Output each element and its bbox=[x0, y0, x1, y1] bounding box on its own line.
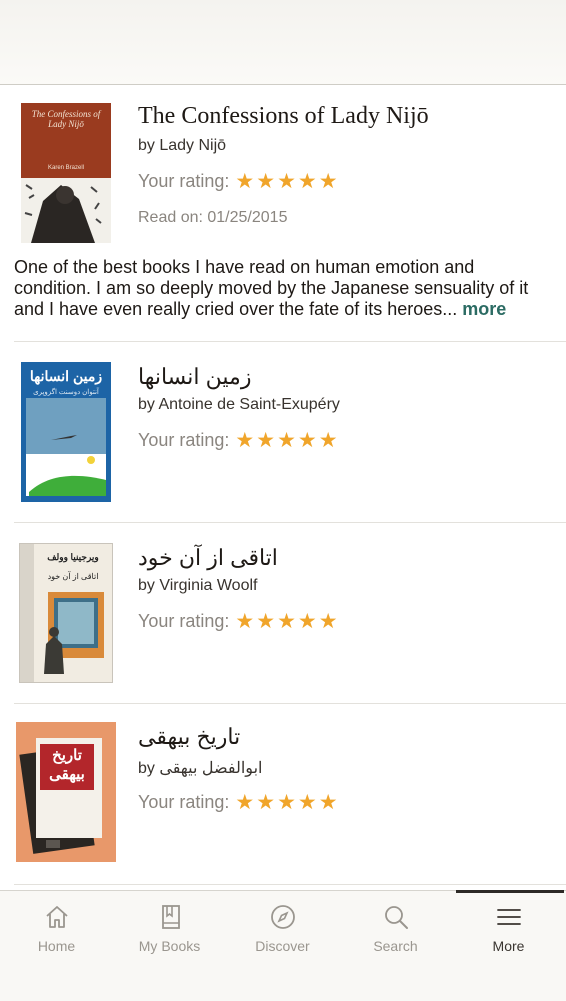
cover-subtitle: اتاقی از آن خود bbox=[47, 572, 99, 581]
book-title[interactable]: تاریخ بیهقی bbox=[138, 724, 240, 750]
divider bbox=[14, 884, 566, 885]
book-list-item[interactable]: The Confessions of Lady Nijō Karen Braze… bbox=[0, 85, 566, 341]
star-icon[interactable]: ★ bbox=[235, 430, 254, 451]
user-rating[interactable]: Your rating: ★ ★ ★ ★ ★ bbox=[138, 430, 338, 451]
star-icon[interactable]: ★ bbox=[256, 611, 275, 632]
tab-home[interactable]: Home bbox=[0, 891, 113, 981]
author-prefix: by bbox=[138, 760, 155, 777]
home-icon bbox=[45, 906, 68, 928]
book-cover[interactable]: ویرجینیا وولف اتاقی از آن خود bbox=[19, 543, 113, 683]
book-list-item[interactable]: زمین انسانها آنتوان دوسنت اگزوپری زمین ا… bbox=[0, 342, 566, 522]
star-icon[interactable]: ★ bbox=[277, 430, 296, 451]
cover-artwork bbox=[19, 738, 102, 854]
cover-title: زمین انسانها bbox=[29, 368, 103, 384]
star-icon[interactable]: ★ bbox=[298, 792, 317, 813]
user-rating[interactable]: Your rating: ★ ★ ★ ★ ★ bbox=[138, 611, 338, 632]
star-icon[interactable]: ★ bbox=[319, 171, 338, 192]
book-title[interactable]: زمین انسانها bbox=[138, 364, 251, 390]
star-icon[interactable]: ★ bbox=[277, 171, 296, 192]
book-cover[interactable]: تاریخ بیهقی bbox=[16, 722, 116, 862]
rating-stars[interactable]: ★ ★ ★ ★ ★ bbox=[235, 611, 338, 632]
star-icon[interactable]: ★ bbox=[256, 430, 275, 451]
book-icon bbox=[161, 905, 180, 929]
star-icon[interactable]: ★ bbox=[319, 792, 338, 813]
star-icon[interactable]: ★ bbox=[319, 430, 338, 451]
cover-title: تاریخ بیهقی bbox=[49, 747, 85, 783]
star-icon[interactable]: ★ bbox=[298, 611, 317, 632]
tab-label: My Books bbox=[138, 938, 201, 954]
book-title[interactable]: اتاقی از آن خود bbox=[138, 545, 278, 571]
book-author[interactable]: by Lady Nijō bbox=[138, 137, 226, 155]
star-icon[interactable]: ★ bbox=[235, 792, 254, 813]
cover-title: ویرجینیا وولف bbox=[47, 552, 99, 562]
bottom-tab-bar: Home My Books Discover Search More bbox=[0, 890, 566, 1001]
book-author[interactable]: by ابوالفضل بیهقی bbox=[138, 758, 262, 778]
star-icon[interactable]: ★ bbox=[298, 171, 317, 192]
book-cover[interactable]: The Confessions of Lady Nijō Karen Braze… bbox=[21, 103, 111, 243]
star-icon[interactable]: ★ bbox=[319, 611, 338, 632]
rating-label: Your rating: bbox=[138, 611, 230, 631]
review-body: One of the best books I have read on hum… bbox=[14, 257, 529, 319]
tab-label: More bbox=[492, 938, 525, 954]
star-icon[interactable]: ★ bbox=[235, 611, 254, 632]
review-text: One of the best books I have read on hum… bbox=[14, 257, 556, 320]
rating-label: Your rating: bbox=[138, 171, 230, 191]
book-list-item[interactable]: تاریخ بیهقی تاریخ بیهقی by ابوالفضل بیهق… bbox=[0, 704, 566, 884]
compass-icon bbox=[270, 905, 295, 929]
star-icon[interactable]: ★ bbox=[235, 171, 254, 192]
star-icon[interactable]: ★ bbox=[277, 792, 296, 813]
star-icon[interactable]: ★ bbox=[256, 792, 275, 813]
tab-my-books[interactable]: My Books bbox=[113, 891, 226, 981]
read-on-date: Read on: 01/25/2015 bbox=[138, 209, 288, 226]
star-icon[interactable]: ★ bbox=[277, 611, 296, 632]
cover-artwork bbox=[20, 544, 104, 682]
user-rating[interactable]: Your rating: ★ ★ ★ ★ ★ bbox=[138, 792, 338, 813]
book-list-item[interactable]: ویرجینیا وولف اتاقی از آن خود اتاقی از آ… bbox=[0, 523, 566, 703]
star-icon[interactable]: ★ bbox=[298, 430, 317, 451]
star-icon[interactable]: ★ bbox=[256, 171, 275, 192]
menu-icon bbox=[496, 909, 521, 925]
user-rating[interactable]: Your rating: ★ ★ ★ ★ ★ bbox=[138, 171, 338, 192]
rating-stars[interactable]: ★ ★ ★ ★ ★ bbox=[235, 430, 338, 451]
book-title[interactable]: The Confessions of Lady Nijō bbox=[138, 103, 429, 130]
tab-label: Discover bbox=[255, 938, 310, 954]
rating-label: Your rating: bbox=[138, 792, 230, 812]
search-icon bbox=[384, 906, 408, 929]
tab-discover[interactable]: Discover bbox=[226, 891, 339, 981]
cover-title: The Confessions of Lady Nijō bbox=[31, 109, 101, 129]
author-name[interactable]: ابوالفضل بیهقی bbox=[159, 760, 262, 777]
book-author[interactable]: by Virginia Woolf bbox=[138, 577, 257, 595]
tab-search[interactable]: Search bbox=[339, 891, 452, 981]
top-navigation-bar bbox=[0, 0, 566, 85]
more-link[interactable]: more bbox=[462, 299, 506, 319]
rating-stars[interactable]: ★ ★ ★ ★ ★ bbox=[235, 792, 338, 813]
cover-author: آنتوان دوسنت اگزوپری bbox=[33, 389, 99, 396]
tab-label: Search bbox=[373, 938, 418, 954]
rating-label: Your rating: bbox=[138, 430, 230, 450]
book-cover[interactable]: زمین انسانها آنتوان دوسنت اگزوپری bbox=[21, 362, 111, 502]
rating-stars[interactable]: ★ ★ ★ ★ ★ bbox=[235, 171, 338, 192]
book-author[interactable]: by Antoine de Saint-Exupéry bbox=[138, 396, 340, 414]
tab-more[interactable]: More bbox=[452, 891, 565, 981]
cover-author: Karen Brazell bbox=[47, 165, 85, 171]
tab-label: Home bbox=[37, 938, 76, 954]
